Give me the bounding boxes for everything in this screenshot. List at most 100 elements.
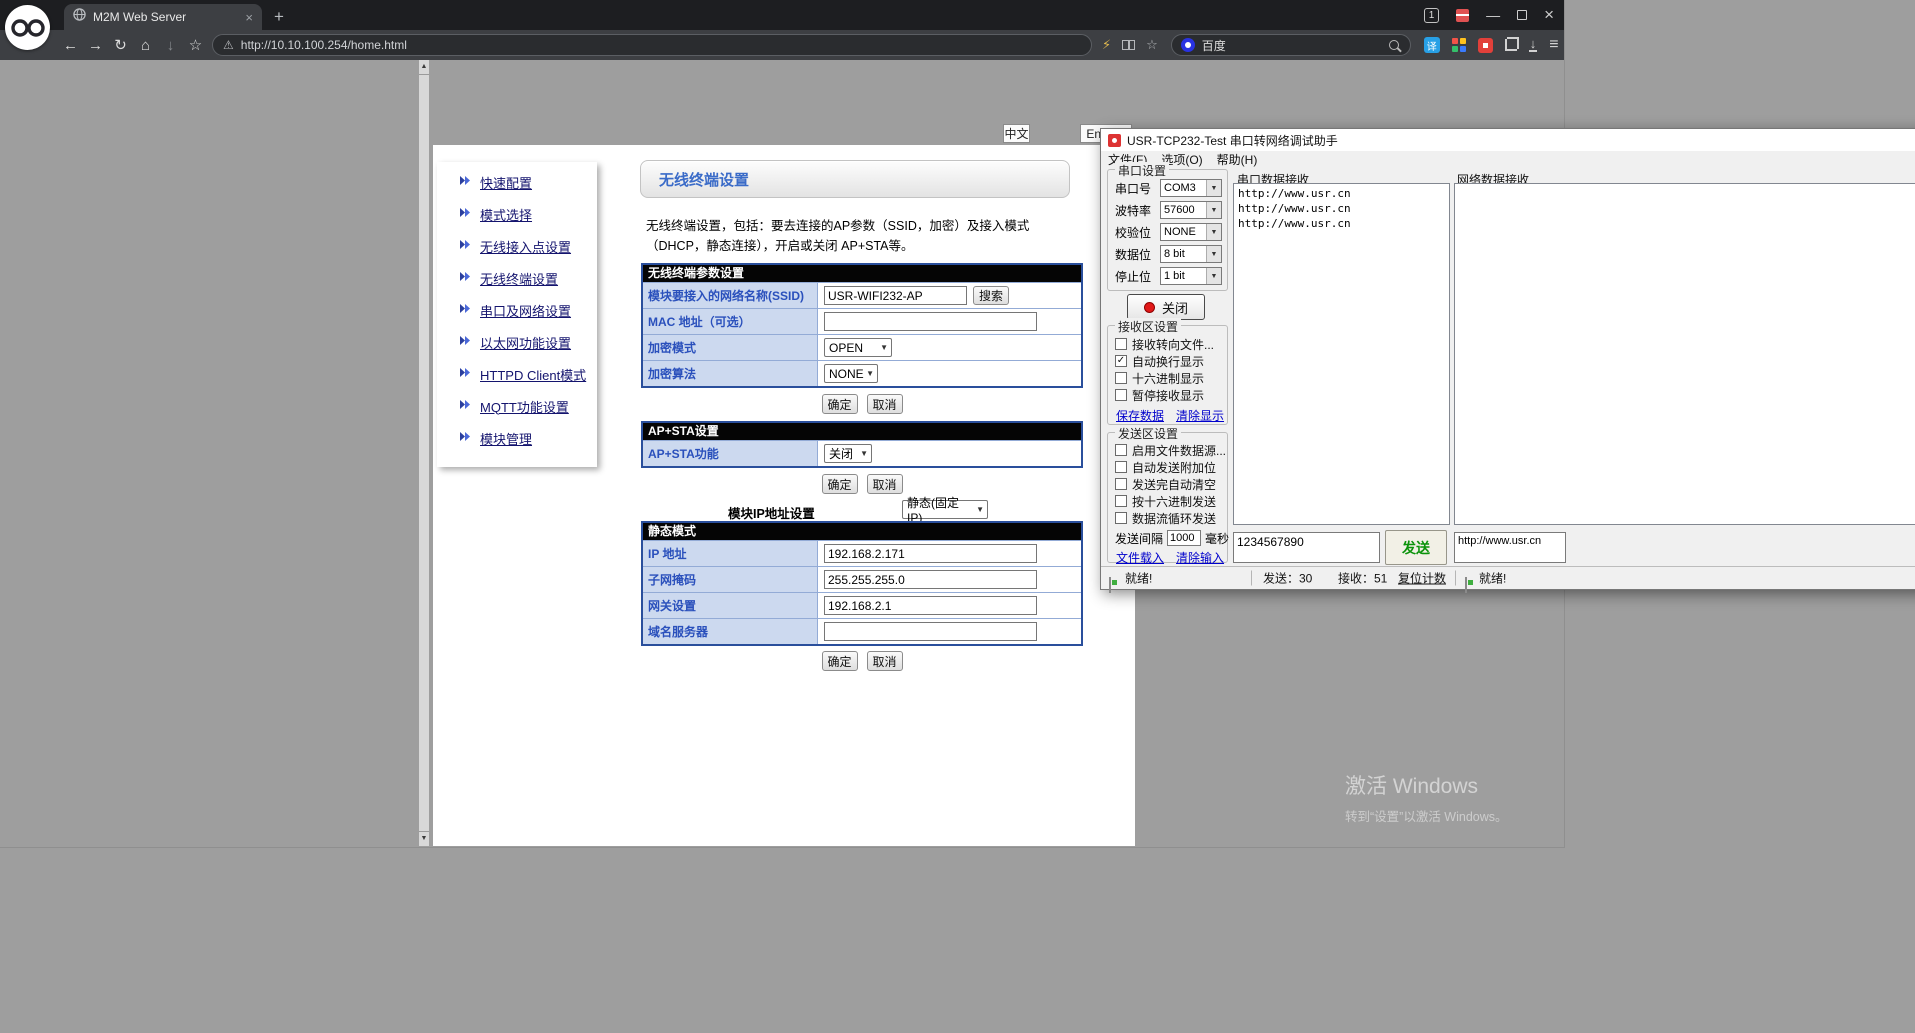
clear-input-link[interactable]: 清除输入 <box>1176 549 1224 566</box>
checkbox[interactable] <box>1115 478 1127 490</box>
close-window-button[interactable]: × <box>1544 8 1554 22</box>
sidebar-link[interactable]: MQTT功能设置 <box>480 397 569 416</box>
scroll-up-button[interactable]: ▲ <box>419 60 429 74</box>
refresh-button[interactable]: ↻ <box>108 36 133 54</box>
load-file-link[interactable]: 文件载入 <box>1116 549 1164 566</box>
checkbox[interactable] <box>1115 338 1127 350</box>
ssid-search-button[interactable]: 搜索 <box>973 286 1009 305</box>
sidebar-link[interactable]: 模块管理 <box>480 429 532 448</box>
translate-icon[interactable]: 译 <box>1424 37 1440 53</box>
serial-send-input[interactable]: 1234567890 <box>1233 532 1380 563</box>
send-button[interactable]: 发送 <box>1385 530 1447 565</box>
net-send-input[interactable]: http://www.usr.cn <box>1454 532 1566 563</box>
sidebar-item-httpd-client[interactable]: HTTPD Client模式 <box>437 364 597 384</box>
sidebar-link[interactable]: 串口及网络设置 <box>480 301 571 320</box>
gift-icon[interactable] <box>1456 9 1469 22</box>
encryption-mode-select[interactable]: OPEN ▼ <box>824 338 892 357</box>
cancel-button[interactable]: 取消 <box>867 651 903 671</box>
ok-button[interactable]: 确定 <box>822 651 858 671</box>
recv-option-row[interactable]: 自动换行显示 <box>1108 353 1227 369</box>
tab-close-icon[interactable]: × <box>245 10 253 25</box>
ip-mode-select[interactable]: 静态(固定IP) ▼ <box>902 500 988 519</box>
ok-button[interactable]: 确定 <box>822 394 858 414</box>
screenshot-app-icon[interactable] <box>1478 38 1493 53</box>
back-button[interactable]: ← <box>58 37 83 54</box>
reader-mode-icon[interactable] <box>1122 40 1135 50</box>
checkbox[interactable] <box>1115 355 1127 367</box>
recv-option-row[interactable]: 接收转向文件... <box>1108 336 1227 352</box>
send-option-row[interactable]: 自动发送附加位 <box>1108 459 1227 475</box>
send-option-row[interactable]: 数据流循环发送 <box>1108 510 1227 526</box>
serial-close-button[interactable]: 关闭 <box>1127 294 1205 320</box>
address-bar[interactable]: ⚠ http://10.10.100.254/home.html <box>212 34 1092 56</box>
scroll-down-button[interactable]: ▼ <box>419 832 429 846</box>
sidebar-item-quick-config[interactable]: 快速配置 <box>437 172 597 192</box>
checkbox[interactable] <box>1115 495 1127 507</box>
browser-logo[interactable] <box>5 5 50 50</box>
stop-bits-select[interactable]: 1 bit ▼ <box>1160 267 1222 285</box>
sidebar-link[interactable]: 无线终端设置 <box>480 269 558 288</box>
sidebar-item-wireless-ap[interactable]: 无线接入点设置 <box>437 236 597 256</box>
net-recv-area[interactable] <box>1454 183 1915 525</box>
send-option-row[interactable]: 发送完自动清空 <box>1108 476 1227 492</box>
apsta-func-select[interactable]: 关闭 ▼ <box>824 444 872 463</box>
encryption-alg-select[interactable]: NONE ▼ <box>824 364 878 383</box>
sidebar-item-serial-network[interactable]: 串口及网络设置 <box>437 300 597 320</box>
download-manager-icon[interactable]: ↓ <box>1529 38 1538 52</box>
crop-icon[interactable] <box>1505 39 1517 51</box>
favorite-star-icon[interactable]: ☆ <box>1146 37 1158 53</box>
sidebar-link[interactable]: 以太网功能设置 <box>480 333 571 352</box>
sidebar-item-ethernet[interactable]: 以太网功能设置 <box>437 332 597 352</box>
tab-count-badge[interactable]: 1 <box>1424 8 1439 23</box>
ssid-input[interactable] <box>824 286 967 305</box>
recv-option-row[interactable]: 暂停接收显示 <box>1108 387 1227 403</box>
lightning-icon[interactable]: ⚡ <box>1102 37 1111 53</box>
forward-button[interactable]: → <box>83 37 108 54</box>
baud-rate-select[interactable]: 57600 ▼ <box>1160 201 1222 219</box>
recv-option-row[interactable]: 十六进制显示 <box>1108 370 1227 386</box>
home-button[interactable]: ⌂ <box>133 37 158 54</box>
mac-input[interactable] <box>824 312 1037 331</box>
bookmark-star-icon[interactable]: ☆ <box>183 36 208 54</box>
browser-tab[interactable]: M2M Web Server × <box>64 4 262 30</box>
sidebar-item-wireless-sta[interactable]: 无线终端设置 <box>437 268 597 288</box>
sidebar-link[interactable]: 无线接入点设置 <box>480 237 571 256</box>
checkbox[interactable] <box>1115 389 1127 401</box>
download-page-icon[interactable]: ↓ <box>158 37 183 54</box>
sidebar-link[interactable]: 快速配置 <box>480 173 532 192</box>
checkbox[interactable] <box>1115 372 1127 384</box>
checkbox[interactable] <box>1115 512 1127 524</box>
interval-input[interactable] <box>1167 530 1201 546</box>
lang-tab-chinese[interactable]: 中文 <box>1003 124 1030 143</box>
save-data-link[interactable]: 保存数据 <box>1116 407 1164 424</box>
sidebar-link[interactable]: HTTPD Client模式 <box>480 365 586 384</box>
com-port-select[interactable]: COM3 ▼ <box>1160 179 1222 197</box>
sidebar-item-mode-select[interactable]: 模式选择 <box>437 204 597 224</box>
search-engine-label[interactable]: 百度 <box>1202 37 1382 54</box>
page-scrollbar[interactable]: ▲ ▼ <box>419 60 429 846</box>
ip-address-input[interactable] <box>824 544 1037 563</box>
url-text[interactable]: http://10.10.100.254/home.html <box>241 38 407 52</box>
search-box[interactable]: 百度 <box>1171 34 1411 56</box>
gateway-input[interactable] <box>824 596 1037 615</box>
checkbox[interactable] <box>1115 461 1127 473</box>
dns-input[interactable] <box>824 622 1037 641</box>
send-option-row[interactable]: 按十六进制发送 <box>1108 493 1227 509</box>
search-icon[interactable] <box>1389 40 1399 50</box>
data-bits-select[interactable]: 8 bit ▼ <box>1160 245 1222 263</box>
sidebar-item-mqtt[interactable]: MQTT功能设置 <box>437 396 597 416</box>
ok-button[interactable]: 确定 <box>822 474 858 494</box>
parity-select[interactable]: NONE ▼ <box>1160 223 1222 241</box>
reset-count-link[interactable]: 复位计数 <box>1398 570 1446 587</box>
menu-icon[interactable]: ≡ <box>1549 36 1558 54</box>
menu-help[interactable]: 帮助(H) <box>1210 151 1265 168</box>
subnet-mask-input[interactable] <box>824 570 1037 589</box>
maximize-button[interactable] <box>1517 10 1527 20</box>
serial-recv-area[interactable]: http://www.usr.cn http://www.usr.cn http… <box>1233 183 1450 525</box>
sidebar-link[interactable]: 模式选择 <box>480 205 532 224</box>
app-titlebar[interactable]: USR-TCP232-Test 串口转网络调试助手 <box>1101 129 1915 151</box>
minimize-button[interactable]: — <box>1486 8 1500 22</box>
clear-display-link[interactable]: 清除显示 <box>1176 407 1224 424</box>
scroll-thumb[interactable] <box>419 74 429 832</box>
apps-grid-icon[interactable] <box>1452 38 1466 52</box>
